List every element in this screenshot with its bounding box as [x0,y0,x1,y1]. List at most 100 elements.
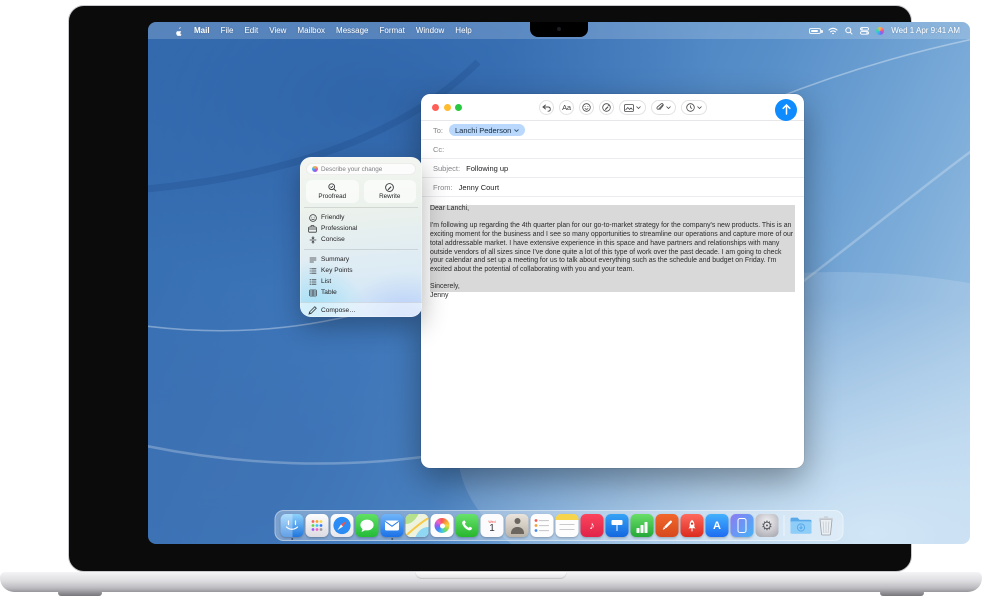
dock-trash-icon[interactable] [815,514,838,537]
battery-icon[interactable] [809,28,821,34]
dock-finder-icon[interactable] [281,514,304,537]
format-item-list[interactable]: List [306,276,416,287]
concise-compress-icon [309,236,317,244]
tone-concise-label: Concise [321,236,345,243]
rewrite-label: Rewrite [379,193,400,200]
proofread-label: Proofread [318,193,346,200]
siri-icon[interactable] [876,27,884,35]
menu-item-help[interactable]: Help [455,26,471,35]
tone-item-concise[interactable]: Concise [306,234,416,245]
to-field[interactable]: To: Lanchi Pederson [421,121,804,140]
compose-menu-item[interactable]: Compose… [300,302,422,317]
format-item-summary[interactable]: Summary [306,254,416,265]
writing-tools-popup: Describe your change Proofread Rewrite F… [300,157,422,317]
to-recipient-name: Lanchi Pederson [455,126,511,135]
photo-browser-button[interactable] [619,100,646,115]
control-center-icon[interactable] [860,27,869,35]
key-points-icon [309,267,317,275]
body-closing: Sincerely, [430,283,795,292]
dock-messages-icon[interactable] [356,514,379,537]
divider [304,207,418,208]
dock-pages-icon[interactable] [656,514,679,537]
dock-app-store-icon[interactable]: A [706,514,729,537]
dock-notes-icon[interactable] [556,514,579,537]
dock-safari-icon[interactable] [331,514,354,537]
dock-downloads-icon[interactable] [790,514,813,537]
apple-logo-icon[interactable] [174,26,183,36]
dock-contacts-icon[interactable] [506,514,529,537]
search-icon[interactable] [845,27,853,35]
close-button[interactable] [432,104,439,111]
format-button[interactable]: Aa [559,100,574,115]
dock-keynote-icon[interactable] [606,514,629,537]
format-item-table[interactable]: Table [306,287,416,298]
dock-launchpad-icon[interactable] [306,514,329,537]
dock-mail-icon[interactable] [381,514,404,537]
dock-maps-icon[interactable] [406,514,429,537]
menu-item-view[interactable]: View [269,26,286,35]
send-later-button[interactable] [681,100,707,115]
menu-item-message[interactable]: Message [336,26,368,35]
chevron-down-icon [636,106,641,109]
subject-field[interactable]: Subject: Following up [421,159,804,178]
body-greeting: Dear Lanchi, [430,205,795,214]
tone-item-friendly[interactable]: Friendly [306,212,416,223]
minimize-button[interactable] [444,104,451,111]
compose-pencil-icon [308,306,317,315]
cc-field[interactable]: Cc: [421,140,804,159]
dock-numbers-icon[interactable] [631,514,654,537]
window-titlebar[interactable]: Aa [421,94,804,121]
dock-facetime-icon[interactable] [456,514,479,537]
menu-item-mail[interactable]: Mail [194,26,210,35]
rewrite-button[interactable]: Rewrite [364,180,417,203]
subject-value: Following up [466,164,508,173]
proofread-button[interactable]: Proofread [306,180,359,203]
compose-toolbar: Aa [539,100,707,115]
body-signature: Jenny [430,292,795,301]
dock-reminders-icon[interactable] [531,514,554,537]
macbook-base [0,572,982,592]
describe-change-input[interactable]: Describe your change [306,163,416,175]
menu-item-edit[interactable]: Edit [244,26,258,35]
menu-bar-left: Mail File Edit View Mailbox Message Form… [148,26,472,36]
emoji-icon [582,103,591,112]
writing-tools-button[interactable] [599,100,614,115]
zoom-button[interactable] [455,104,462,111]
emoji-button[interactable] [579,100,594,115]
menu-bar-clock[interactable]: Wed 1 Apr 9:41 AM [891,26,960,35]
dock-photos-icon[interactable] [431,514,454,537]
format-item-key-points[interactable]: Key Points [306,265,416,276]
desktop: Mail File Edit View Mailbox Message Form… [148,22,970,544]
tone-item-professional[interactable]: Professional [306,223,416,234]
attach-button[interactable] [651,100,676,115]
menu-item-file[interactable]: File [221,26,234,35]
notes-band [556,514,579,520]
compose-label: Compose… [321,307,356,314]
send-button[interactable] [775,99,797,121]
writing-tools-icon [602,103,611,112]
dock-system-settings-icon[interactable]: ⚙ [756,514,779,537]
menu-item-format[interactable]: Format [380,26,405,35]
app-store-glyph: A [713,520,721,532]
paperclip-icon [656,103,664,112]
format-table-label: Table [321,289,337,296]
menu-item-mailbox[interactable]: Mailbox [297,26,325,35]
undo-button[interactable] [539,100,554,115]
writing-tools-buttons: Proofread Rewrite [306,180,416,203]
calendar-day: 1 [489,524,495,534]
dock-calendar-icon[interactable]: Wed1 [481,514,504,537]
format-summary-label: Summary [321,256,349,263]
menu-item-window[interactable]: Window [416,26,444,35]
macbook-screen: Mail File Edit View Mailbox Message Form… [68,5,912,572]
dock-iphone-mirroring-icon[interactable] [731,514,754,537]
blank-line [430,275,795,284]
from-field[interactable]: From: Jenny Court [421,178,804,197]
to-recipient-token[interactable]: Lanchi Pederson [449,124,525,136]
camera-dot [557,27,561,31]
wifi-icon[interactable] [828,27,838,35]
dock: Wed1 ♪ A ⚙ [275,510,844,541]
to-label: To: [433,126,443,135]
dock-music-icon[interactable]: ♪ [581,514,604,537]
message-body[interactable]: Dear Lanchi, I'm following up regarding … [421,197,804,309]
dock-rocket-app-icon[interactable] [681,514,704,537]
